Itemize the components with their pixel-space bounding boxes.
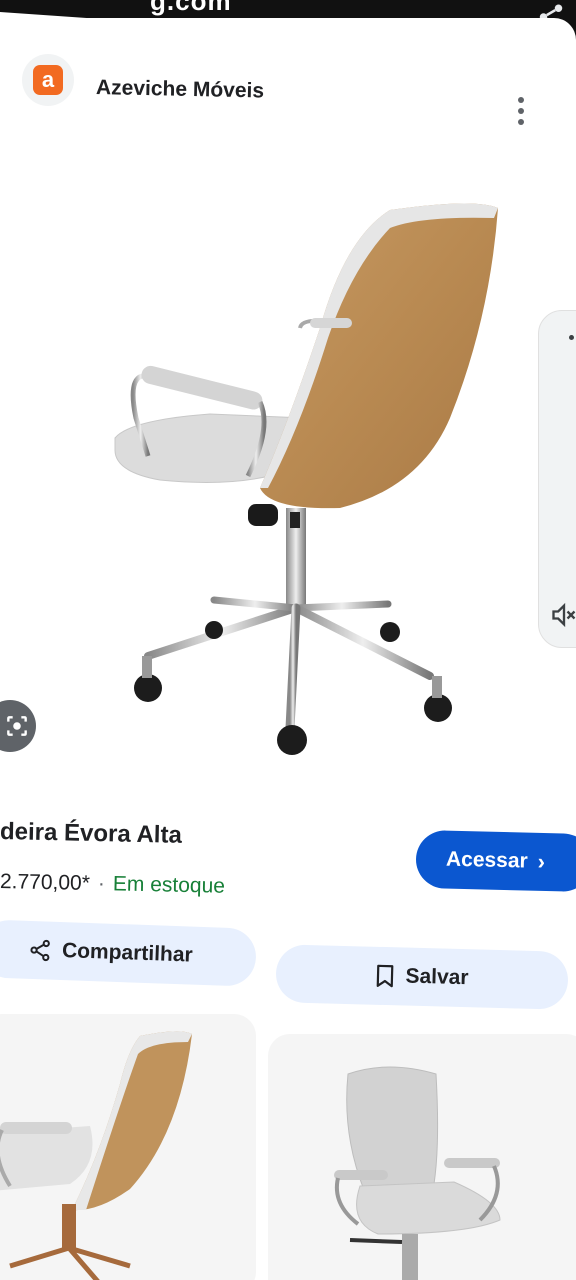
share-button[interactable]: Compartilhar	[0, 919, 257, 987]
share-label: Compartilhar	[61, 939, 194, 967]
share-icon	[30, 939, 50, 962]
lens-icon	[7, 716, 27, 736]
product-image[interactable]	[90, 188, 520, 768]
volume-off-icon[interactable]	[549, 601, 576, 629]
price-separator: ·	[97, 872, 106, 896]
chevron-right-icon: ›	[537, 848, 546, 874]
related-image-card[interactable]	[268, 1034, 576, 1280]
image-viewer-screen: g.com a Azeviche Móveis deira Évora Alta…	[0, 0, 576, 1280]
related-image-card[interactable]	[0, 1014, 256, 1280]
related-chair-image	[0, 1031, 192, 1280]
product-title[interactable]: deira Évora Alta	[0, 818, 182, 850]
next-result-card[interactable]	[538, 310, 576, 648]
save-label: Salvar	[405, 964, 469, 990]
cut-off-url: g.com	[150, 0, 232, 16]
bookmark-icon	[377, 964, 394, 988]
visit-button[interactable]: Acessar ›	[415, 829, 576, 893]
result-sheet: a Azeviche Móveis deira Évora Alta 2.770…	[0, 18, 576, 1280]
product-price: 2.770,00*	[0, 870, 91, 895]
source-logo-letter: a	[33, 65, 63, 95]
lens-button[interactable]	[0, 700, 36, 752]
price-row: 2.770,00* · Em estoque	[0, 870, 225, 899]
visit-label: Acessar	[445, 847, 529, 873]
related-chair-image	[334, 1066, 501, 1280]
stock-status: Em estoque	[112, 872, 226, 898]
more-vert-icon[interactable]	[512, 96, 530, 126]
save-button[interactable]: Salvar	[275, 944, 569, 1010]
source-name[interactable]: Azeviche Móveis	[96, 76, 265, 104]
source-logo[interactable]: a	[22, 54, 74, 106]
card-dot	[569, 335, 574, 340]
